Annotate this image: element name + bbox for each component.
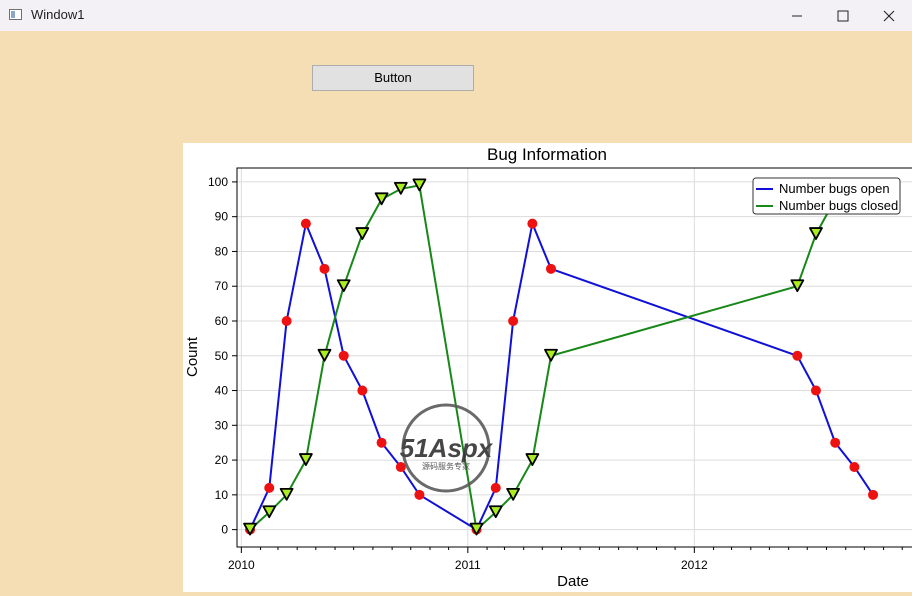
watermark-brand: 51Aspx: [400, 433, 494, 463]
data-point-open: [319, 263, 330, 274]
series-line-open: [249, 220, 874, 532]
chart-panel: Bug Information 0 10 20 30 40 50 60 70 80 90 100 2…: [183, 143, 912, 592]
data-point-open: [830, 437, 841, 448]
data-point-open: [357, 385, 368, 396]
x-tick-label: 2010: [228, 558, 255, 572]
data-point-open: [490, 482, 501, 493]
watermark-logo: 51Aspx 源码服务专家: [400, 403, 494, 493]
data-point-open: [300, 218, 311, 229]
y-tick-label: 40: [215, 384, 229, 398]
y-tick-label: 60: [215, 314, 229, 328]
y-tick-label: 10: [215, 488, 229, 502]
title-bar: Window1: [0, 0, 912, 32]
y-tick-label: 90: [215, 210, 229, 224]
x-axis-label: Date: [557, 573, 589, 590]
data-point-open: [868, 489, 879, 500]
x-tick-label: 2012: [681, 558, 708, 572]
data-point-open: [849, 462, 860, 473]
maximize-icon: [837, 10, 849, 22]
minimize-icon: [792, 15, 802, 17]
y-tick-label: 0: [221, 523, 228, 537]
watermark-tagline: 源码服务专家: [422, 461, 470, 471]
data-point-closed: [809, 227, 823, 240]
data-point-open: [338, 350, 349, 361]
data-point-open: [376, 437, 387, 448]
bug-chart: Bug Information 0 10 20 30 40 50 60 70 80 90 100 2…: [184, 145, 912, 590]
window-title: Window1: [31, 7, 85, 22]
data-point-open: [545, 263, 556, 274]
main-button[interactable]: Button: [312, 65, 474, 91]
window-icon: [9, 9, 22, 20]
y-tick-label: 100: [208, 175, 228, 189]
data-point-open: [792, 350, 803, 361]
y-axis: 0 10 20 30 40 50 60 70 80 90 100: [208, 175, 237, 537]
chart-series: [243, 178, 880, 536]
y-tick-label: 70: [215, 279, 229, 293]
data-point-open: [810, 385, 821, 396]
maximize-button[interactable]: [820, 0, 866, 31]
data-point-open: [527, 218, 538, 229]
chart-grid: [237, 168, 912, 547]
legend-label-open: Number bugs open: [779, 181, 890, 196]
data-point-closed: [412, 178, 427, 192]
legend-label-closed: Number bugs closed: [779, 198, 898, 213]
data-point-open: [264, 482, 275, 493]
chart-title: Bug Information: [487, 145, 607, 164]
x-tick-label: 2011: [455, 558, 481, 572]
y-tick-label: 30: [215, 418, 229, 432]
plot-area: [236, 167, 912, 548]
data-point-closed: [355, 227, 370, 240]
close-button[interactable]: [866, 0, 912, 31]
data-point-open: [414, 489, 425, 500]
y-tick-label: 50: [215, 349, 229, 363]
close-icon: [883, 10, 895, 22]
chart-legend: Number bugs open Number bugs closed: [752, 177, 901, 215]
x-axis: 2010 2011 2012: [228, 547, 903, 572]
data-point-closed: [374, 192, 389, 206]
y-axis-label: Count: [184, 336, 201, 377]
data-point-open: [281, 315, 292, 326]
y-tick-label: 20: [215, 453, 229, 467]
data-point-open: [508, 315, 519, 326]
minimize-button[interactable]: [774, 0, 820, 31]
y-tick-label: 80: [215, 244, 229, 258]
